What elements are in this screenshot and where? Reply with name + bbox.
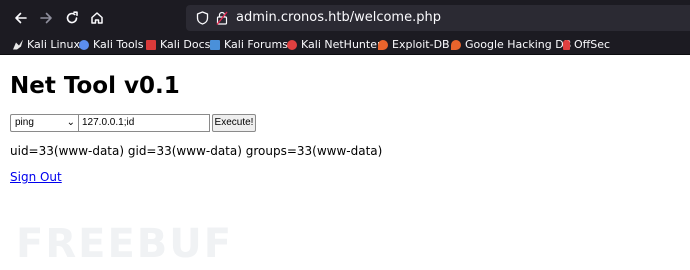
bookmark-label: Kali Linux [27, 38, 81, 51]
home-icon [91, 12, 103, 24]
host-input[interactable]: 127.0.0.1;id [78, 114, 210, 132]
kali-forums-icon [210, 39, 220, 50]
kali-docs-icon [146, 39, 156, 50]
chevron-down-icon: ⌄ [66, 117, 75, 128]
bookmark-kali-nethunter[interactable]: Kali NetHunter [287, 35, 382, 54]
bookmarks-bar: Kali Linux Kali Tools Kali Docs Kali For… [0, 35, 690, 55]
execute-button[interactable]: Execute! [212, 114, 256, 132]
offsec-icon [563, 39, 570, 50]
google-hacking-db-icon [451, 39, 461, 50]
home-button[interactable] [86, 7, 108, 29]
bookmark-label: Kali NetHunter [301, 38, 382, 51]
reload-button[interactable] [61, 7, 83, 29]
bookmark-offsec[interactable]: OffSec [563, 35, 610, 54]
bookmark-label: Kali Docs [160, 38, 211, 51]
page-title: Net Tool v0.1 [10, 73, 180, 99]
reload-icon [66, 11, 78, 24]
bookmark-label: OffSec [574, 38, 611, 51]
bookmark-label: Google Hacking DB [465, 38, 572, 51]
command-select-value: ping [15, 117, 34, 128]
kali-nethunter-icon [287, 39, 297, 50]
bookmark-exploit-db[interactable]: Exploit-DB [378, 35, 450, 54]
bookmark-label: Exploit-DB [392, 38, 450, 51]
forward-button[interactable] [35, 7, 57, 29]
bookmark-kali-tools[interactable]: Kali Tools [79, 35, 143, 54]
kali-tools-icon [79, 39, 89, 50]
kali-dragon-icon [13, 39, 23, 50]
browser-toolbar: admin.cronos.htb/welcome.php [0, 0, 690, 35]
bookmark-kali-docs[interactable]: Kali Docs [146, 35, 210, 54]
shield-icon[interactable] [196, 11, 209, 25]
command-select[interactable]: ping ⌄ [10, 114, 80, 132]
insecure-lock-icon[interactable] [216, 11, 228, 25]
bookmark-label: Kali Tools [93, 38, 144, 51]
exploit-db-icon [378, 39, 388, 50]
page-content: FREEBUF Net Tool v0.1 ping ⌄ 127.0.0.1;i… [0, 55, 690, 270]
sign-out-link[interactable]: Sign Out [10, 169, 62, 185]
url-text[interactable]: admin.cronos.htb/welcome.php [236, 5, 441, 31]
back-button[interactable] [10, 7, 32, 29]
bookmark-google-hacking-db[interactable]: Google Hacking DB [451, 35, 571, 54]
arrow-left-icon [15, 12, 27, 24]
arrow-right-icon [40, 12, 52, 24]
watermark: FREEBUF [16, 221, 234, 267]
url-bar[interactable]: admin.cronos.htb/welcome.php [186, 5, 690, 31]
bookmark-kali-linux[interactable]: Kali Linux [13, 35, 80, 54]
command-output: uid=33(www-data) gid=33(www-data) groups… [10, 144, 383, 158]
bookmark-kali-forums[interactable]: Kali Forums [210, 35, 288, 54]
bookmark-label: Kali Forums [224, 38, 288, 51]
